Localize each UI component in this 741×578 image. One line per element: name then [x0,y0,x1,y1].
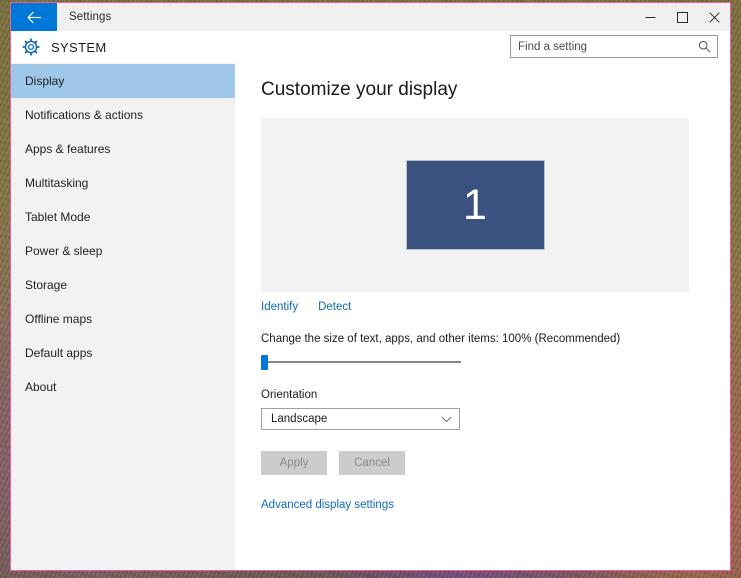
sidebar: Display Notifications & actions Apps & f… [11,63,235,570]
sidebar-item-storage[interactable]: Storage [11,268,235,302]
scale-slider[interactable] [261,354,461,370]
sidebar-item-display[interactable]: Display [11,64,235,98]
slider-thumb[interactable] [261,355,268,370]
minimize-button[interactable] [634,3,666,31]
slider-track[interactable] [261,361,461,363]
detect-link[interactable]: Detect [318,301,351,313]
search-box[interactable] [510,35,718,58]
identify-link[interactable]: Identify [261,301,298,313]
minimize-icon [645,16,655,18]
sidebar-item-label: Display [25,74,65,88]
category-header: SYSTEM [11,31,730,63]
sidebar-item-label: Multitasking [25,176,89,190]
display-preview-panel: 1 [261,118,689,292]
window-body: Display Notifications & actions Apps & f… [11,63,730,570]
sidebar-item-apps-features[interactable]: Apps & features [11,132,235,166]
sidebar-item-multitasking[interactable]: Multitasking [11,166,235,200]
back-arrow-icon [26,11,41,23]
search-icon [698,40,711,53]
sidebar-item-label: Default apps [25,346,93,360]
action-buttons: Apply Cancel [261,451,730,475]
sidebar-item-label: About [25,380,57,394]
sidebar-item-label: Tablet Mode [25,210,91,224]
sidebar-item-power-sleep[interactable]: Power & sleep [11,234,235,268]
cancel-button[interactable]: Cancel [339,451,405,475]
maximize-button[interactable] [666,3,698,31]
page-title: SYSTEM [51,39,107,55]
close-button[interactable] [698,3,730,31]
content-pane: Customize your display 1 Identify Detect… [235,63,730,570]
display-action-links: Identify Detect [261,301,730,313]
orientation-dropdown[interactable]: Landscape [261,408,460,430]
monitor-number-label: 1 [463,180,487,229]
scale-label: Change the size of text, apps, and other… [261,333,621,345]
back-button[interactable] [11,3,57,31]
chevron-down-icon [441,416,452,422]
apply-button[interactable]: Apply [261,451,327,475]
advanced-display-settings-link[interactable]: Advanced display settings [261,499,394,511]
sidebar-item-default-apps[interactable]: Default apps [11,336,235,370]
advanced-link-row: Advanced display settings [261,495,730,513]
sidebar-item-label: Storage [25,278,68,292]
close-icon [708,11,720,23]
sidebar-item-label: Power & sleep [25,244,103,258]
title-bar: Settings [11,3,730,31]
sidebar-item-about[interactable]: About [11,370,235,404]
window-controls [634,3,730,31]
gear-icon [22,38,40,56]
sidebar-item-offline-maps[interactable]: Offline maps [11,302,235,336]
maximize-icon [676,11,688,23]
sidebar-item-tablet-mode[interactable]: Tablet Mode [11,200,235,234]
app-title: Settings [69,11,112,23]
orientation-label: Orientation [261,389,318,401]
content-heading: Customize your display [261,79,458,100]
search-input[interactable] [511,36,698,57]
settings-window: Settings SYSTEM Find a setting Display N… [10,2,731,571]
orientation-selected-value: Landscape [271,413,328,425]
monitor-thumbnail-1[interactable]: 1 [405,160,545,250]
sidebar-item-label: Notifications & actions [25,108,144,122]
sidebar-item-notifications-actions[interactable]: Notifications & actions [11,98,235,132]
sidebar-item-label: Apps & features [25,142,111,156]
sidebar-item-label: Offline maps [25,312,93,326]
